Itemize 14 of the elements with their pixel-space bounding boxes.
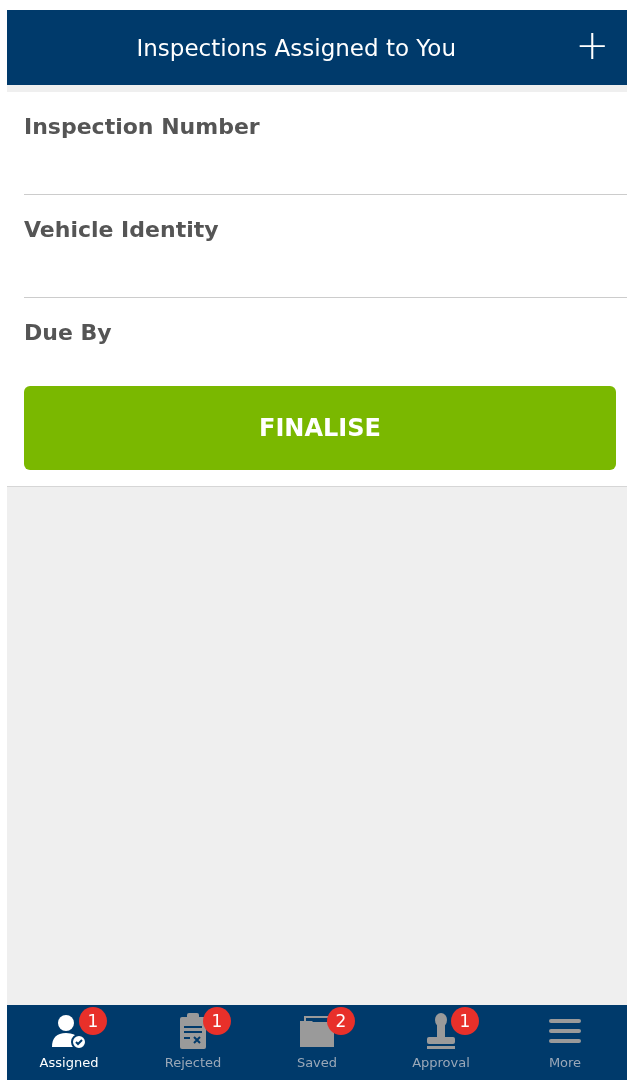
tab[interactable]: More: [503, 1005, 627, 1080]
field-label: Vehicle Identity: [24, 217, 219, 242]
count-badge: 2: [327, 1007, 355, 1035]
field-label: Inspection Number: [24, 114, 260, 139]
tab[interactable]: 1 Rejected: [131, 1005, 255, 1080]
count-badge: 1: [79, 1007, 107, 1035]
screen-title: Inspections Assigned to You: [135, 34, 457, 61]
count-badge: 1: [451, 1007, 479, 1035]
tab[interactable]: 2 Saved: [255, 1005, 379, 1080]
tab[interactable]: 1 Assigned: [7, 1005, 131, 1080]
field-label: Due By: [24, 320, 112, 345]
tab[interactable]: 1 Approval: [379, 1005, 503, 1080]
count-badge: 1: [203, 1007, 231, 1035]
add-button[interactable]: +: [565, 24, 627, 71]
